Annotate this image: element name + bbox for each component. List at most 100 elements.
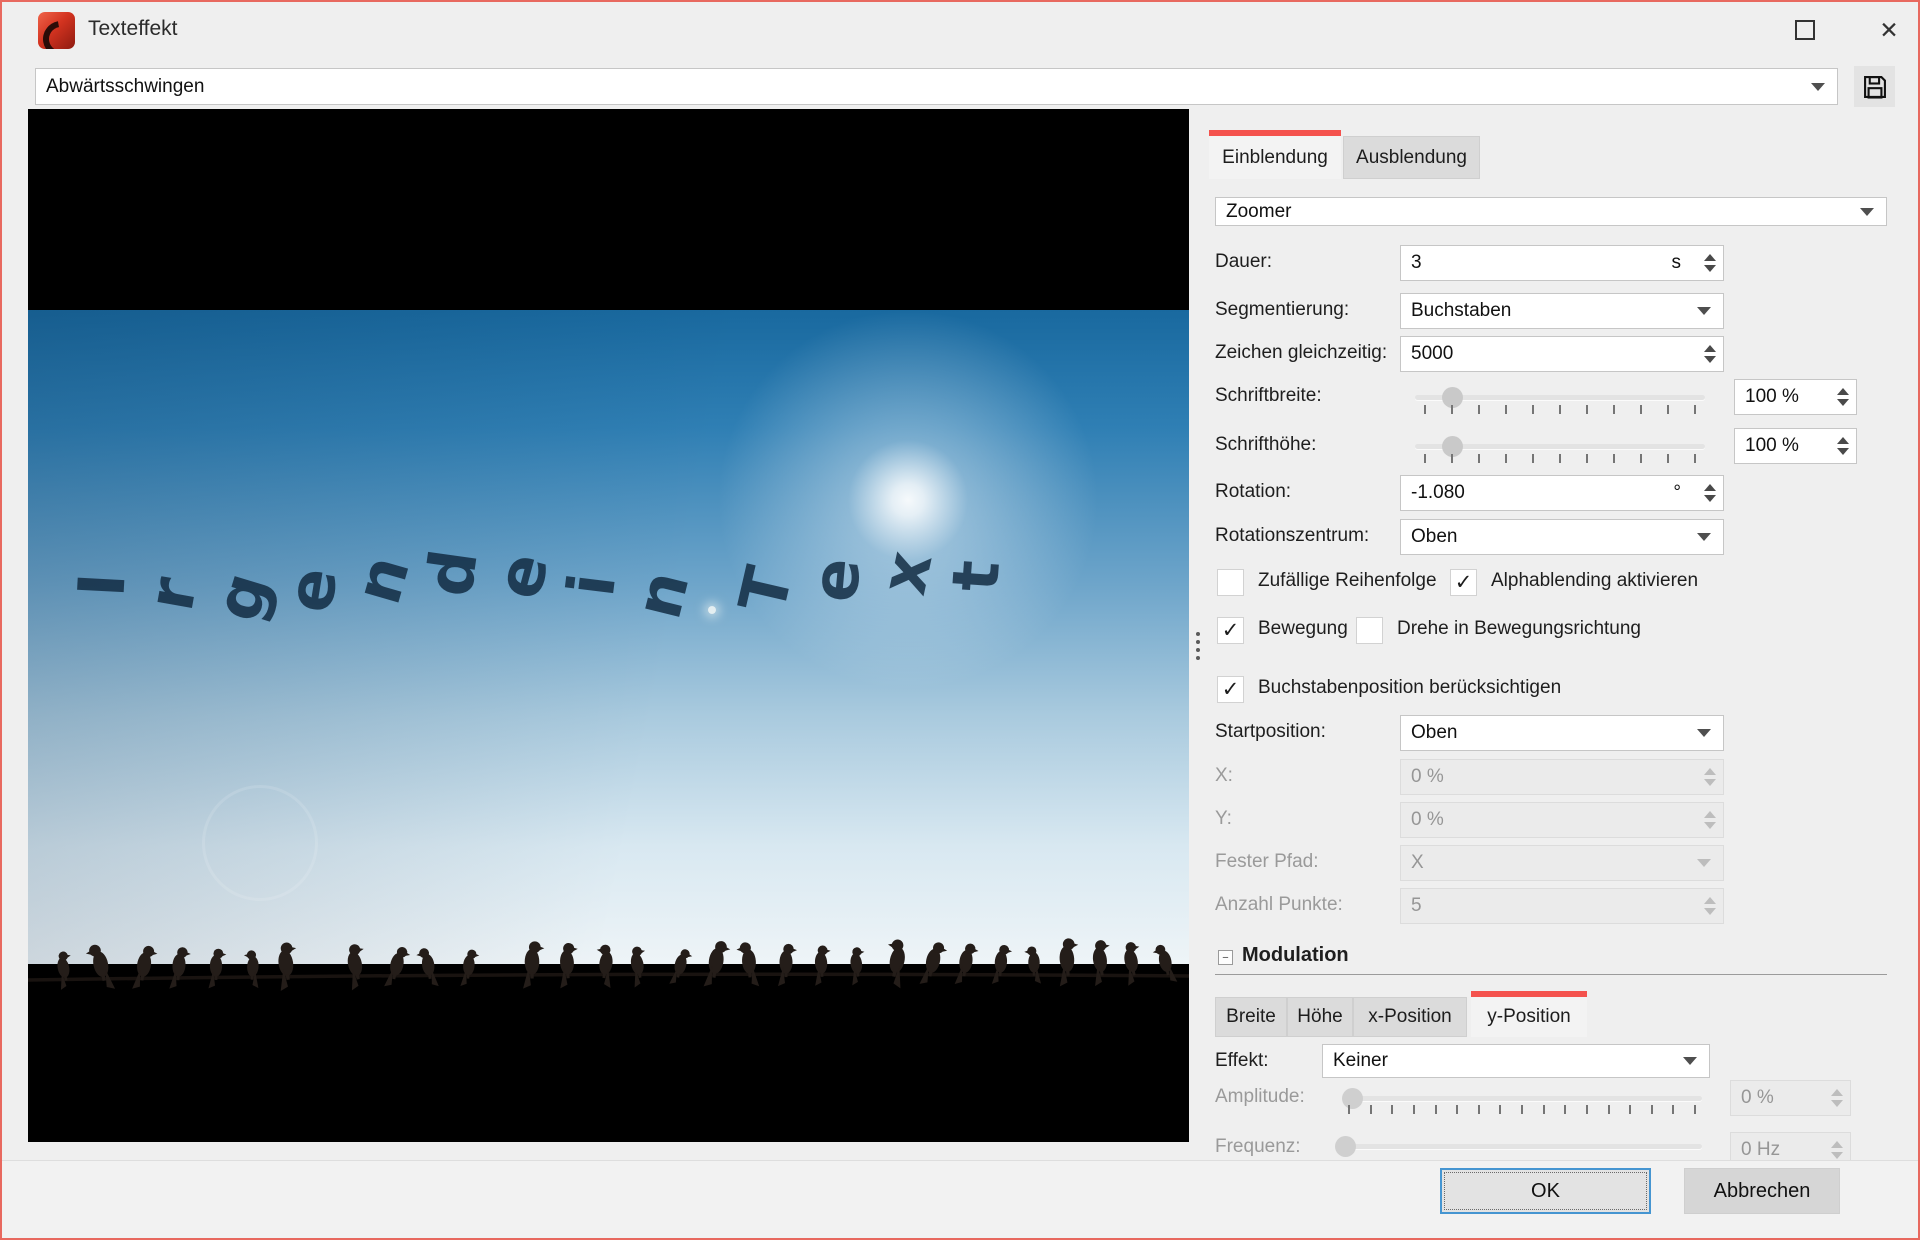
spin-down-icon bbox=[1704, 822, 1716, 829]
effekt-combobox[interactable]: Keiner bbox=[1322, 1044, 1710, 1078]
dauer-unit: s bbox=[1672, 252, 1682, 274]
zeichen-gleichzeitig-label: Zeichen gleichzeitig: bbox=[1215, 342, 1387, 364]
preset-value: Abwärtsschwingen bbox=[46, 76, 204, 98]
lens-flare bbox=[202, 785, 318, 901]
segmentierung-combobox[interactable]: Buchstaben bbox=[1400, 293, 1724, 329]
schriftbreite-label: Schriftbreite: bbox=[1215, 385, 1322, 407]
rotationszentrum-combobox[interactable]: Oben bbox=[1400, 519, 1724, 555]
modtab-hoehe[interactable]: Höhe bbox=[1287, 997, 1353, 1037]
startposition-label: Startposition: bbox=[1215, 721, 1326, 743]
dropdown-arrow-icon bbox=[1697, 859, 1711, 867]
spin-down-icon bbox=[1704, 265, 1716, 272]
frequenz-slider-thumb bbox=[1335, 1136, 1356, 1157]
startposition-combobox[interactable]: Oben bbox=[1400, 715, 1724, 751]
title-bar[interactable]: Texteffekt ✕ bbox=[2, 2, 1918, 59]
checkbox-buchstabenposition[interactable]: ✓ bbox=[1217, 676, 1244, 703]
rotation-unit: ° bbox=[1673, 482, 1681, 504]
anzahl-punkte-value: 5 bbox=[1411, 895, 1422, 917]
dropdown-arrow-icon bbox=[1697, 307, 1711, 315]
texteffekt-dialog: Texteffekt ✕ Abwärtsschwingen Irgendein … bbox=[0, 0, 1920, 1240]
spin-up-icon bbox=[1831, 1141, 1843, 1148]
spin-down-icon bbox=[1831, 1100, 1843, 1107]
frequenz-label: Frequenz: bbox=[1215, 1136, 1301, 1158]
zeichen-gleichzeitig-value: 5000 bbox=[1411, 343, 1453, 365]
amplitude-value-field: 0 % bbox=[1730, 1080, 1851, 1116]
y-label: Y: bbox=[1215, 808, 1232, 830]
close-button[interactable]: ✕ bbox=[1866, 7, 1912, 53]
amplitude-slider-track bbox=[1342, 1096, 1702, 1101]
amplitude-spinner bbox=[1831, 1087, 1843, 1109]
spin-up-icon bbox=[1704, 897, 1716, 904]
effect-type-combobox[interactable]: Zoomer bbox=[1215, 197, 1887, 226]
splitter-drag-handle-icon[interactable] bbox=[1196, 630, 1200, 662]
modtab-x-position[interactable]: x-Position bbox=[1353, 997, 1467, 1037]
modtab-breite[interactable]: Breite bbox=[1215, 997, 1287, 1037]
schriftbreite-value-field[interactable]: 100 % bbox=[1734, 379, 1857, 415]
spin-down-icon bbox=[1704, 779, 1716, 786]
dauer-spinner[interactable] bbox=[1704, 252, 1716, 274]
modulation-title: Modulation bbox=[1242, 944, 1349, 967]
schrifthoehe-value-field[interactable]: 100 % bbox=[1734, 428, 1857, 464]
spin-up-icon bbox=[1704, 345, 1716, 352]
spin-down-icon bbox=[1704, 356, 1716, 363]
cancel-button[interactable]: Abbrechen bbox=[1684, 1168, 1840, 1214]
window-title: Texteffekt bbox=[88, 17, 178, 41]
checkbox-alphablending[interactable]: ✓ bbox=[1450, 569, 1477, 596]
collapse-icon[interactable]: − bbox=[1218, 950, 1233, 965]
checkbox-bewegung[interactable]: ✓ bbox=[1217, 617, 1244, 644]
rotationszentrum-value: Oben bbox=[1411, 526, 1457, 548]
save-preset-button[interactable] bbox=[1854, 66, 1895, 107]
buchstabenposition-label: Buchstabenposition berücksichtigen bbox=[1258, 677, 1561, 699]
schrifthoehe-spinner[interactable] bbox=[1837, 435, 1849, 457]
preset-combobox[interactable]: Abwärtsschwingen bbox=[35, 68, 1838, 105]
modtab-y-position[interactable]: y-Position bbox=[1471, 997, 1587, 1037]
tab-ausblendung[interactable]: Ausblendung bbox=[1343, 136, 1480, 179]
segmentierung-value: Buchstaben bbox=[1411, 300, 1511, 322]
x-label: X: bbox=[1215, 765, 1233, 787]
dropdown-arrow-icon bbox=[1697, 533, 1711, 541]
fester-pfad-label: Fester Pfad: bbox=[1215, 851, 1319, 873]
rotation-label: Rotation: bbox=[1215, 481, 1291, 503]
schriftbreite-ticks bbox=[1424, 405, 1696, 414]
birds-on-wire bbox=[28, 931, 1189, 1026]
checkbox-drehe-in-bewegungsrichtung[interactable] bbox=[1356, 617, 1383, 644]
dauer-field[interactable]: 3 s bbox=[1400, 245, 1724, 281]
frequenz-slider-track bbox=[1342, 1144, 1702, 1149]
spin-up-icon bbox=[1704, 811, 1716, 818]
schriftbreite-spinner[interactable] bbox=[1837, 386, 1849, 408]
maximize-button[interactable] bbox=[1782, 7, 1828, 53]
dropdown-arrow-icon bbox=[1683, 1057, 1697, 1065]
tab-einblendung[interactable]: Einblendung bbox=[1209, 136, 1341, 179]
spin-up-icon bbox=[1704, 484, 1716, 491]
anzahl-punkte-field: 5 bbox=[1400, 888, 1724, 924]
spin-up-icon bbox=[1704, 254, 1716, 261]
fester-pfad-combobox: X bbox=[1400, 845, 1724, 881]
ok-button[interactable]: OK bbox=[1440, 1168, 1651, 1214]
frequenz-value-field: 0 Hz bbox=[1730, 1132, 1851, 1160]
x-spinner bbox=[1704, 766, 1716, 788]
dropdown-arrow-icon bbox=[1697, 729, 1711, 737]
zeichen-gleichzeitig-field[interactable]: 5000 bbox=[1400, 336, 1724, 372]
frequenz-value: 0 Hz bbox=[1741, 1139, 1780, 1160]
dropdown-arrow-icon bbox=[1860, 208, 1874, 216]
spin-down-icon bbox=[1837, 399, 1849, 406]
spin-down-icon bbox=[1704, 495, 1716, 502]
spin-down-icon bbox=[1831, 1152, 1843, 1159]
rotationszentrum-label: Rotationszentrum: bbox=[1215, 525, 1369, 547]
dauer-label: Dauer: bbox=[1215, 251, 1272, 273]
zeichen-gleichzeitig-spinner[interactable] bbox=[1704, 343, 1716, 365]
rotation-spinner[interactable] bbox=[1704, 482, 1716, 504]
rotation-field[interactable]: -1.080 ° bbox=[1400, 475, 1724, 511]
checkbox-zufaellige-reihenfolge[interactable] bbox=[1217, 569, 1244, 596]
startposition-value: Oben bbox=[1411, 722, 1457, 744]
segmentierung-label: Segmentierung: bbox=[1215, 299, 1349, 321]
amplitude-label: Amplitude: bbox=[1215, 1086, 1305, 1108]
spin-up-icon bbox=[1704, 768, 1716, 775]
frequenz-spinner bbox=[1831, 1139, 1843, 1160]
spin-up-icon bbox=[1837, 437, 1849, 444]
bewegung-label: Bewegung bbox=[1258, 618, 1348, 640]
save-icon bbox=[1861, 73, 1889, 101]
effekt-value: Keiner bbox=[1333, 1050, 1388, 1072]
amplitude-ticks bbox=[1348, 1105, 1696, 1114]
frequenz-row-clipped: Frequenz: 0 Hz bbox=[1192, 1120, 1892, 1160]
